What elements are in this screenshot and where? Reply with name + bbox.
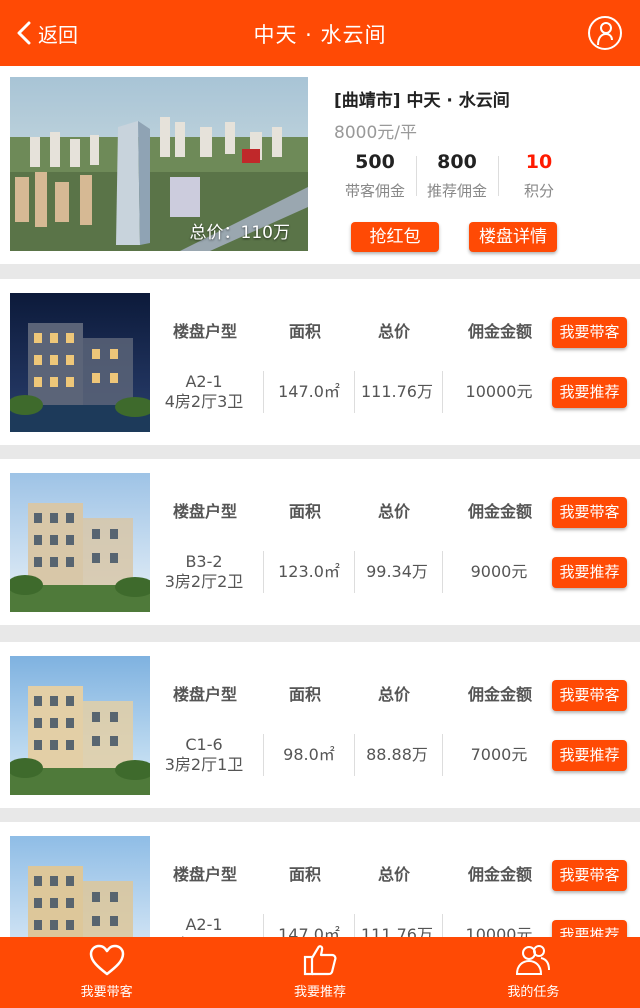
bottom-tab-bar: 我要带客 我要推荐 我的任务 — [0, 937, 640, 1008]
column-header-type: 楼盘户型 — [172, 865, 237, 884]
listing-card: 楼盘户型 面积 总价 佣金金额 C1-6 3房2厅1卫 98.0㎡ 88.88万… — [0, 642, 640, 808]
listing-photo[interactable] — [10, 473, 150, 612]
column-header-total: 总价 — [377, 865, 410, 884]
listing-photo[interactable] — [10, 656, 150, 795]
tab-my-tasks[interactable]: 我的任务 — [427, 937, 640, 1008]
column-header-area: 面积 — [288, 502, 321, 521]
unit-layout: 3房2厅1卫 — [164, 755, 244, 774]
project-title: [曲靖市] 中天 · 水云间 — [334, 91, 510, 111]
stat-value: 500 — [355, 151, 395, 173]
project-summary: 总价：110万 [曲靖市] 中天 · 水云间 8000元/平 500 带客佣金 … — [0, 66, 640, 264]
commission-cell: 9000元 — [470, 562, 528, 581]
users-icon — [516, 945, 551, 975]
bring-client-button[interactable]: 我要带客 — [552, 860, 627, 891]
area-cell: 98.0㎡ — [283, 745, 335, 764]
column-header-type: 楼盘户型 — [172, 685, 237, 704]
area-cell: 123.0㎡ — [278, 562, 340, 581]
tab-label: 我要推荐 — [293, 985, 346, 1000]
commission-cell: 10000元 — [465, 382, 533, 401]
project-photo[interactable]: 总价：110万 — [10, 77, 308, 251]
column-header-type: 楼盘户型 — [172, 322, 237, 341]
commission-cell: 7000元 — [470, 745, 528, 764]
user-icon — [597, 22, 613, 46]
column-header-total: 总价 — [377, 685, 410, 704]
column-header-commission: 佣金金额 — [467, 865, 532, 884]
column-header-area: 面积 — [288, 322, 321, 341]
commission-stats: 500 带客佣金 800 推荐佣金 10 积分 — [334, 150, 580, 202]
listing-card: 楼盘户型 面积 总价 佣金金额 B3-2 3房2厅2卫 123.0㎡ 99.34… — [0, 459, 640, 625]
thumbs-up-icon — [303, 945, 337, 976]
stat-recommend-commission: 800 推荐佣金 — [416, 150, 498, 202]
stat-label: 带客佣金 — [344, 182, 405, 200]
total-price-cell: 88.88万 — [366, 745, 428, 764]
unit-type-cell: A2-1 4房2厅3卫 — [158, 371, 250, 413]
tab-label: 我要带客 — [80, 985, 133, 1000]
column-header-commission: 佣金金额 — [467, 685, 532, 704]
stat-value: 10 — [525, 151, 553, 173]
column-header-total: 总价 — [377, 502, 410, 521]
unit-code: B3-2 — [185, 552, 223, 571]
column-header-type: 楼盘户型 — [172, 502, 237, 521]
bring-client-button[interactable]: 我要带客 — [552, 497, 627, 528]
unit-code: A2-1 — [185, 372, 223, 391]
tab-recommend[interactable]: 我要推荐 — [213, 937, 426, 1008]
recommend-button[interactable]: 我要推荐 — [552, 557, 627, 588]
recommend-button[interactable]: 我要推荐 — [552, 740, 627, 771]
tab-label: 我的任务 — [507, 985, 560, 1000]
unit-code: A2-1 — [185, 915, 223, 934]
stat-value: 800 — [437, 151, 477, 173]
stat-label: 积分 — [523, 182, 554, 200]
user-profile-button[interactable] — [588, 16, 622, 50]
unit-layout: 4房2厅3卫 — [164, 392, 244, 411]
area-cell: 147.0㎡ — [278, 382, 340, 401]
stat-bring-commission: 500 带客佣金 — [334, 150, 416, 202]
unit-layout: 3房2厅2卫 — [164, 572, 244, 591]
column-header-commission: 佣金金额 — [467, 322, 532, 341]
column-header-area: 面积 — [288, 685, 321, 704]
project-details-button[interactable]: 楼盘详情 — [469, 222, 557, 252]
top-bar: 返回 中天 · 水云间 — [0, 0, 640, 66]
listing-card: 楼盘户型 面积 总价 佣金金额 A2-1 4房2厅3卫 147.0㎡ 111.7… — [0, 279, 640, 445]
column-header-total: 总价 — [377, 322, 410, 341]
unit-type-cell: B3-2 3房2厅2卫 — [158, 551, 250, 593]
page-title: 中天 · 水云间 — [253, 23, 387, 47]
grab-redpacket-button[interactable]: 抢红包 — [351, 222, 439, 252]
stat-label: 推荐佣金 — [426, 182, 487, 200]
total-price-cell: 99.34万 — [366, 562, 428, 581]
unit-type-cell: C1-6 3房2厅1卫 — [158, 734, 250, 776]
bring-client-button[interactable]: 我要带客 — [552, 680, 627, 711]
total-price-caption: 总价：110万 — [189, 223, 290, 243]
stat-points: 10 积分 — [498, 150, 580, 202]
column-header-commission: 佣金金额 — [467, 502, 532, 521]
unit-code: C1-6 — [185, 735, 223, 754]
total-price-cell: 111.76万 — [361, 382, 433, 401]
bring-client-button[interactable]: 我要带客 — [552, 317, 627, 348]
column-header-area: 面积 — [288, 865, 321, 884]
unit-price: 8000元/平 — [334, 123, 417, 143]
listing-photo[interactable] — [10, 293, 150, 432]
heart-icon — [89, 944, 124, 976]
tab-bring-client[interactable]: 我要带客 — [0, 937, 213, 1008]
recommend-button[interactable]: 我要推荐 — [552, 377, 627, 408]
